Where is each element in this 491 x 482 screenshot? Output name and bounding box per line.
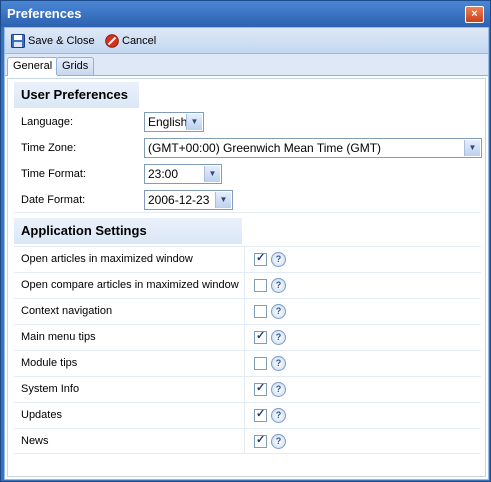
row-divider <box>14 272 481 273</box>
general-panel: User Preferences Language: English ▼ Tim… <box>7 78 486 477</box>
row-divider <box>14 402 481 403</box>
setting-checkbox[interactable] <box>254 407 267 422</box>
setting-checkbox[interactable] <box>254 305 267 318</box>
help-icon[interactable]: ? <box>271 434 286 449</box>
chevron-down-icon: ▼ <box>464 140 480 156</box>
close-button[interactable]: × <box>465 6 484 23</box>
user-preferences-header: User Preferences <box>14 82 139 108</box>
save-icon <box>11 34 25 48</box>
save-close-button[interactable]: Save & Close <box>11 33 95 49</box>
time-format-select[interactable]: 23:00 ▼ <box>144 164 222 184</box>
cancel-button[interactable]: Cancel <box>105 33 156 49</box>
setting-label: Main menu tips <box>21 331 96 343</box>
time-format-label: Time Format: <box>21 168 86 180</box>
setting-label: System Info <box>21 383 80 395</box>
row-divider <box>14 324 481 325</box>
time-zone-label: Time Zone: <box>21 142 77 154</box>
save-close-label: Save & Close <box>28 35 95 47</box>
date-format-select[interactable]: 2006-12-23 ▼ <box>144 190 233 210</box>
window-body: Save & Close Cancel General Grids User P… <box>4 27 489 480</box>
close-icon: × <box>471 8 478 20</box>
help-icon[interactable]: ? <box>271 278 286 293</box>
setting-checkbox[interactable] <box>254 357 267 370</box>
chevron-down-icon: ▼ <box>204 166 220 182</box>
time-format-value: 23:00 <box>148 167 179 181</box>
section-divider <box>14 212 481 213</box>
cancel-icon <box>105 34 119 48</box>
chevron-down-icon: ▼ <box>215 192 231 208</box>
row-divider <box>14 350 481 351</box>
help-icon[interactable]: ? <box>271 356 286 371</box>
window-title: Preferences <box>7 6 82 21</box>
tab-strip: General Grids <box>5 54 488 76</box>
title-bar[interactable]: Preferences × <box>1 1 490 27</box>
help-icon[interactable]: ? <box>271 252 286 267</box>
setting-label: Open articles in maximized window <box>21 253 193 265</box>
preferences-window: Preferences × Save & Close Cancel Genera… <box>0 0 491 482</box>
help-icon[interactable]: ? <box>271 408 286 423</box>
setting-checkbox[interactable] <box>254 251 267 266</box>
row-divider <box>14 246 481 247</box>
help-icon[interactable]: ? <box>271 330 286 345</box>
tab-grids-label: Grids <box>62 60 89 72</box>
date-format-label: Date Format: <box>21 194 86 206</box>
cancel-label: Cancel <box>122 35 157 47</box>
chevron-down-icon: ▼ <box>186 114 202 130</box>
setting-checkbox[interactable] <box>254 279 267 292</box>
tab-general-label: General <box>13 60 53 72</box>
date-format-value: 2006-12-23 <box>148 193 210 207</box>
language-label: Language: <box>21 116 73 128</box>
time-zone-select[interactable]: (GMT+00:00) Greenwich Mean Time (GMT) ▼ <box>144 138 482 158</box>
toolbar: Save & Close Cancel <box>5 28 488 54</box>
application-settings-header: Application Settings <box>14 218 242 244</box>
help-icon[interactable]: ? <box>271 304 286 319</box>
row-divider <box>14 298 481 299</box>
setting-checkbox[interactable] <box>254 329 267 344</box>
section-divider <box>14 453 481 454</box>
setting-label: Context navigation <box>21 305 113 317</box>
tab-general[interactable]: General <box>7 57 59 76</box>
tab-grids[interactable]: Grids <box>56 57 95 75</box>
language-select[interactable]: English ▼ <box>144 112 204 132</box>
row-divider <box>14 376 481 377</box>
setting-label: Open compare articles in maximized windo… <box>21 279 239 291</box>
setting-label: News <box>21 435 49 447</box>
setting-label: Module tips <box>21 357 78 369</box>
setting-checkbox[interactable] <box>254 381 267 396</box>
help-icon[interactable]: ? <box>271 382 286 397</box>
language-value: English <box>148 115 188 129</box>
setting-label: Updates <box>21 409 62 421</box>
time-zone-value: (GMT+00:00) Greenwich Mean Time (GMT) <box>148 141 382 155</box>
row-divider <box>14 428 481 429</box>
setting-checkbox[interactable] <box>254 433 267 448</box>
